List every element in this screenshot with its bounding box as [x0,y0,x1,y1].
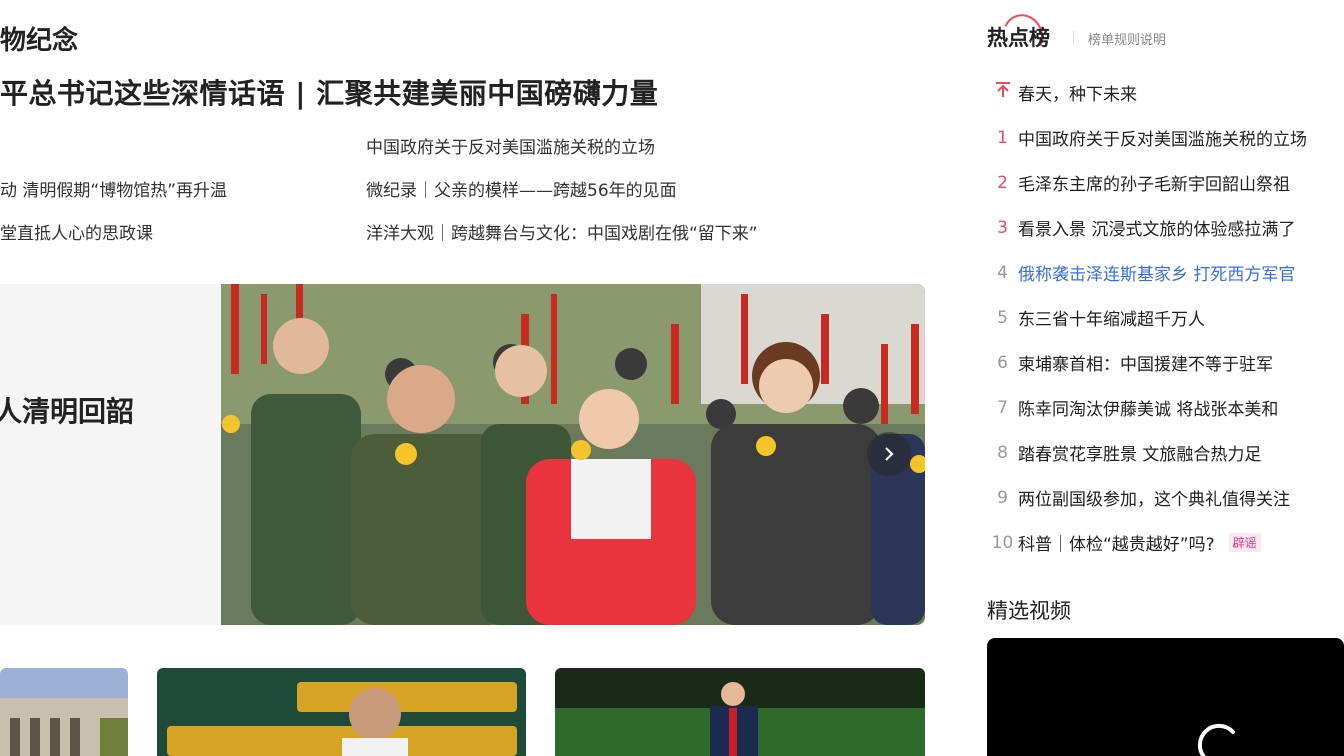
hot-list-item[interactable]: 春天，种下未来 [987,70,1344,115]
news-thumbnail[interactable] [555,668,925,756]
hot-item-rank: 1 [997,127,1008,148]
sub-link[interactable]: 堂直抵人心的思政课 [0,219,153,244]
hot-item-text: 看景入景 沉浸式文旅的体验感拉满了 [1018,220,1296,240]
feature-caption-panel[interactable]: 人清明回韶 [0,284,221,625]
hot-list-sidebar: 热点榜 榜单规则说明 春天，种下未来 1 中国政府关于反对美国滥施关税的立场 2… [987,0,1344,756]
pin-top-icon [987,81,1018,104]
feature-caption[interactable]: 人清明回韶 [0,390,134,430]
hot-item-text: 春天，种下未来 [1018,85,1137,105]
hot-list-item[interactable]: 4 俄称袭击泽连斯基家乡 打死西方军官 [987,250,1344,295]
rumor-badge: 辟谣 [1228,533,1261,552]
hot-item-rank: 3 [997,217,1008,238]
hot-item-rank: 6 [997,352,1008,373]
hot-item-text: 俄称袭击泽连斯基家乡 打死西方军官 [1018,265,1296,285]
hot-item-text: 东三省十年缩减超千万人 [1018,310,1205,330]
hot-list-header: 热点榜 榜单规则说明 [987,8,1344,64]
feature-photo[interactable] [221,284,925,625]
news-thumbnail[interactable] [0,668,128,756]
section-title: 物纪念 [0,26,79,56]
feature-photo-image [221,284,925,625]
hot-item-rank: 10 [991,532,1014,553]
hot-item-rank: 5 [997,307,1008,328]
sub-link[interactable]: 洋洋大观｜跨越舞台与文化：中国戏剧在俄“留下来” [366,219,758,244]
thumbnail-image [555,668,925,756]
divider [1073,31,1074,45]
hot-list-item[interactable]: 3 看景入景 沉浸式文旅的体验感拉满了 [987,205,1344,250]
hot-item-rank: 8 [997,442,1008,463]
hot-list-item[interactable]: 5 东三省十年缩减超千万人 [987,295,1344,340]
headline-link[interactable]: 平总书记这些深情话语 | 汇聚共建美丽中国磅礴力量 [0,72,658,112]
sub-link[interactable]: 中国政府关于反对美国滥施关税的立场 [366,133,655,158]
hot-item-rank: 7 [997,397,1008,418]
hot-list-item[interactable]: 7 陈幸同淘汰伊藤美诚 将战张本美和 [987,385,1344,430]
hot-list-item[interactable]: 9 两位副国级参加，这个典礼值得关注 [987,475,1344,520]
sub-links: 中国政府关于反对美国滥施关税的立场 动 清明假期“博物馆热”再升温 微纪录｜父亲… [0,128,940,258]
hot-item-text: 科普｜体检“越贵越好”吗? [1018,535,1215,555]
news-thumbnail[interactable] [157,668,526,756]
featured-video-title: 精选视频 [987,599,1071,623]
hot-item-rank: 9 [997,487,1008,508]
hot-item-text: 柬埔寨首相：中国援建不等于驻军 [1018,355,1273,375]
hot-item-rank: 4 [997,262,1008,283]
loading-spinner-icon [1197,723,1235,756]
hot-list-item[interactable]: 6 柬埔寨首相：中国援建不等于驻军 [987,340,1344,385]
hot-list-item[interactable]: 10 科普｜体检“越贵越好”吗? 辟谣 [987,520,1344,565]
chevron-right-icon [885,447,894,461]
featured-video-player[interactable] [987,638,1344,756]
thumbnail-image [157,668,526,756]
feature-carousel: 人清明回韶 [0,284,925,625]
hot-list-item[interactable]: 1 中国政府关于反对美国滥施关税的立场 [987,115,1344,160]
hot-item-text: 踏春赏花享胜景 文旅融合热力足 [1018,445,1262,465]
hot-list-item[interactable]: 8 踏春赏花享胜景 文旅融合热力足 [987,430,1344,475]
hot-item-text: 两位副国级参加，这个典礼值得关注 [1018,490,1290,510]
thumbnail-image [0,668,128,756]
hot-list-rules-link[interactable]: 榜单规则说明 [1088,29,1166,48]
sub-link[interactable]: 动 清明假期“博物馆热”再升温 [0,176,227,201]
main-content: 物纪念 平总书记这些深情话语 | 汇聚共建美丽中国磅礴力量 中国政府关于反对美国… [0,0,940,756]
hot-item-rank: 2 [997,172,1008,193]
hot-list-item[interactable]: 2 毛泽东主席的孙子毛新宇回韶山祭祖 [987,160,1344,205]
sub-link[interactable]: 微纪录｜父亲的模样——跨越56年的见面 [366,176,677,201]
carousel-next-button[interactable] [867,432,911,476]
hot-list-title: 热点榜 [987,26,1050,50]
hot-item-text: 陈幸同淘汰伊藤美诚 将战张本美和 [1018,400,1279,420]
hot-item-text: 毛泽东主席的孙子毛新宇回韶山祭祖 [1018,175,1290,195]
hot-item-text: 中国政府关于反对美国滥施关税的立场 [1018,130,1307,150]
